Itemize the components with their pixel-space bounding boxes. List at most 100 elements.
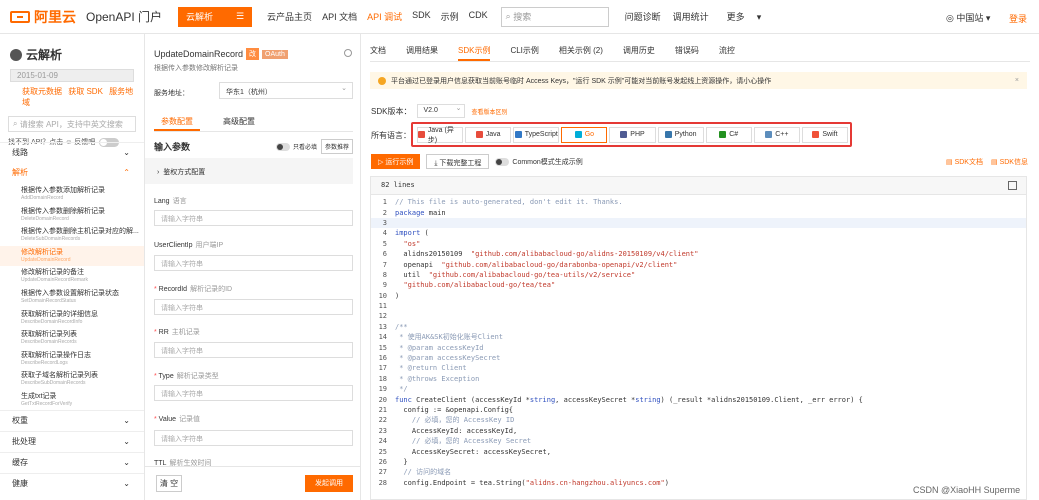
sidebar-item-describe-sub-domain-records[interactable]: 获取子域名解析记录列表 DescribeSubDomainRecords <box>0 369 144 390</box>
typescript-icon <box>514 131 522 138</box>
code-line: 19 */ <box>378 385 408 394</box>
sidebar-item-describe-domain-record-info[interactable]: 获取解析记录的详细信息 DescribeDomainRecordInfo <box>0 308 144 329</box>
run-example-button[interactable]: ▷ 运行示例 <box>371 154 421 169</box>
lang-php[interactable]: PHP <box>609 126 656 143</box>
watermark: CSDN @XiaoHH Superme <box>913 485 1021 495</box>
python-icon <box>664 131 672 138</box>
send-request-button[interactable]: 发起调用 <box>305 475 353 492</box>
download-project-button[interactable]: ⤓ 下载完整工程 <box>426 154 490 169</box>
sdk-version-row: SDK版本：V2.0查看版本区别 <box>371 104 507 118</box>
csharp-icon <box>719 131 727 138</box>
copy-icon[interactable] <box>1008 181 1017 190</box>
lang-python[interactable]: Python <box>657 126 704 143</box>
rr-input[interactable]: 请输入字符串 <box>154 342 353 358</box>
nav-examples[interactable]: 示例 <box>441 10 459 23</box>
top-search-input[interactable]: ⌕ 搜索 <box>500 6 609 27</box>
userclientip-input[interactable]: 请输入字符串 <box>154 255 353 271</box>
warning-icon <box>378 76 386 85</box>
lang-input[interactable]: 请输入字符串 <box>154 210 353 226</box>
chevron-down-icon: ⌄ <box>123 148 130 157</box>
tab-advanced-config[interactable]: 高级配置 <box>216 114 262 131</box>
api-search-input[interactable]: ⌕ 请搜索 API，支持中英文搜索 <box>8 116 136 132</box>
sidebar-item-delete-sub-domain-records[interactable]: 根据传入参数删除主机记录对应的解... DeleteSubDomainRecord… <box>0 225 144 246</box>
top-right-links: 问题诊断 调用统计 更多 ▾ <box>619 10 774 23</box>
aliyun-logo[interactable]: 阿里云 <box>10 7 76 27</box>
nav-stats[interactable]: 调用统计 <box>673 10 709 23</box>
sidebar-item-set-domain-record-status[interactable]: 根据传入参数设置解析记录状态 SetDomainRecordStatus <box>0 287 144 308</box>
product-switch-button[interactable]: 云解析 ☰ <box>178 6 253 27</box>
tab-flow-control[interactable]: 流控 <box>719 42 735 61</box>
sdk-doc-link[interactable]: ▤ SDK文档 <box>946 157 983 167</box>
nav-api-debug[interactable]: API 调试 <box>367 10 402 23</box>
sidebar-item-describe-record-logs[interactable]: 获取解析记录操作日志 DescribeRecordLogs <box>0 349 144 370</box>
link-get-sdk[interactable]: 获取 SDK <box>68 87 103 96</box>
link-metadata[interactable]: 获取元数据 <box>22 87 62 96</box>
tab-docs[interactable]: 文档 <box>370 42 386 61</box>
sidebar-item-update-domain-record-remark[interactable]: 修改解析记录的备注 UpdateDomainRecordRemark <box>0 266 144 287</box>
code-line: 16 * @param accessKeySecret <box>378 354 501 363</box>
portal-title: OpenAPI 门户 <box>86 10 163 24</box>
nav-diagnose[interactable]: 问题诊断 <box>625 10 661 23</box>
tab-sdk-example[interactable]: SDK示例 <box>458 42 491 61</box>
tab-error-codes[interactable]: 错误码 <box>675 42 699 61</box>
value-input[interactable]: 请输入字符串 <box>154 430 353 446</box>
recordid-input[interactable]: 请输入字符串 <box>154 299 353 315</box>
nav-api-docs[interactable]: API 文档 <box>322 10 357 23</box>
code-line: 7 openapi "github.com/alibabacloud-go/da… <box>382 260 678 269</box>
nav-product-home[interactable]: 云产品主页 <box>267 10 312 23</box>
login-link[interactable]: 登录 <box>1009 12 1027 25</box>
sidebar-group-weight[interactable]: 权重 ⌄ <box>0 410 144 430</box>
nav-cdk[interactable]: CDK <box>469 10 488 23</box>
sidebar-item-add-domain-record[interactable]: 根据传入参数添加解析记录 AddDomainRecord <box>0 184 144 205</box>
sidebar-item-describe-domain-records[interactable]: 获取解析记录列表 DescribeDomainRecords <box>0 328 144 349</box>
code-line: 5 "os" <box>382 239 421 248</box>
lang-swift[interactable]: Swift <box>801 126 848 143</box>
settings-icon[interactable] <box>344 49 352 57</box>
param-recommend-button[interactable]: 参数推荐 <box>320 139 353 154</box>
sidebar-api-list: 根据传入参数添加解析记录 AddDomainRecord 根据传入参数删除解析记录… <box>0 184 144 411</box>
nav-more[interactable]: 更多 ▾ <box>721 10 768 23</box>
close-icon[interactable]: × <box>1015 77 1019 84</box>
sdk-info-link[interactable]: ▤ SDK信息 <box>991 157 1028 167</box>
sidebar-group-health[interactable]: 健康 ⌄ <box>0 473 144 493</box>
sidebar-item-update-domain-record[interactable]: 修改解析记录 UpdateDomainRecord <box>0 245 144 267</box>
region-switch[interactable]: ◎ 中国站 ▾ <box>946 11 990 24</box>
caret-down-icon: ▾ <box>985 13 991 23</box>
tab-related-examples[interactable]: 相关示例 (2) <box>559 42 603 61</box>
nav-sdk[interactable]: SDK <box>412 10 431 23</box>
go-icon <box>574 131 582 138</box>
field-label-recordid: * RecordId 解析记录的ID <box>154 286 233 293</box>
sidebar-item-get-txt-record[interactable]: 生成txt记录 GetTxtRecordForVerify <box>0 390 144 411</box>
service-endpoint-select[interactable]: 华东1（杭州） <box>219 82 353 99</box>
top-bar: 阿里云 OpenAPI 门户 云解析 ☰ 云产品主页 API 文档 API 调试 … <box>0 0 1039 34</box>
sidebar-item-delete-domain-record[interactable]: 根据传入参数删除解析记录 DeleteDomainRecord <box>0 205 144 226</box>
lang-typescript[interactable]: TypeScript <box>513 126 560 143</box>
lang-go[interactable]: Go <box>561 126 608 143</box>
oauth-badge: OAuth <box>262 49 288 59</box>
tab-call-result[interactable]: 调用结果 <box>406 42 438 61</box>
lang-java[interactable]: Java <box>465 126 512 143</box>
version-diff-link[interactable]: 查看版本区别 <box>471 107 507 116</box>
common-mode-toggle[interactable]: Common模式生成示例 <box>495 157 583 167</box>
api-version-select[interactable]: 2015-01-09 <box>10 69 134 82</box>
swift-icon <box>812 131 820 138</box>
sidebar-group-line[interactable]: 线路 ⌄ <box>0 142 144 162</box>
clear-button[interactable]: 清 空 <box>156 475 182 492</box>
tab-cli-example[interactable]: CLI示例 <box>510 42 538 61</box>
auth-config-section[interactable]: › 鉴权方式配置 <box>145 158 353 184</box>
code-line: 25 AccessKeySecret: accessKeySecret, <box>378 447 551 456</box>
tab-param-config[interactable]: 参数配置 <box>154 114 200 131</box>
lang-cpp[interactable]: C++ <box>753 126 800 143</box>
lang-java-async[interactable]: Java (异步) <box>417 126 464 144</box>
tab-call-history[interactable]: 调用历史 <box>623 42 655 61</box>
required-only-toggle[interactable]: 只看必填 <box>275 142 317 151</box>
lang-csharp[interactable]: C# <box>705 126 752 143</box>
warning-alert: 平台通过已登录用户信息获取当前账号临时 Access Keys，"运行 SDK … <box>370 72 1027 89</box>
sidebar-group-cache[interactable]: 缓存 ⌄ <box>0 452 144 472</box>
sidebar-group-batch[interactable]: 批处理 ⌄ <box>0 431 144 451</box>
sdk-version-select[interactable]: V2.0 <box>417 104 466 118</box>
chevron-down-icon: ⌄ <box>123 479 130 488</box>
sidebar-group-resolve[interactable]: 解析 ⌃ <box>0 162 144 182</box>
code-viewer[interactable]: 82 lines 1// This file is auto-generated… <box>370 176 1027 500</box>
type-input[interactable]: 请输入字符串 <box>154 385 353 401</box>
